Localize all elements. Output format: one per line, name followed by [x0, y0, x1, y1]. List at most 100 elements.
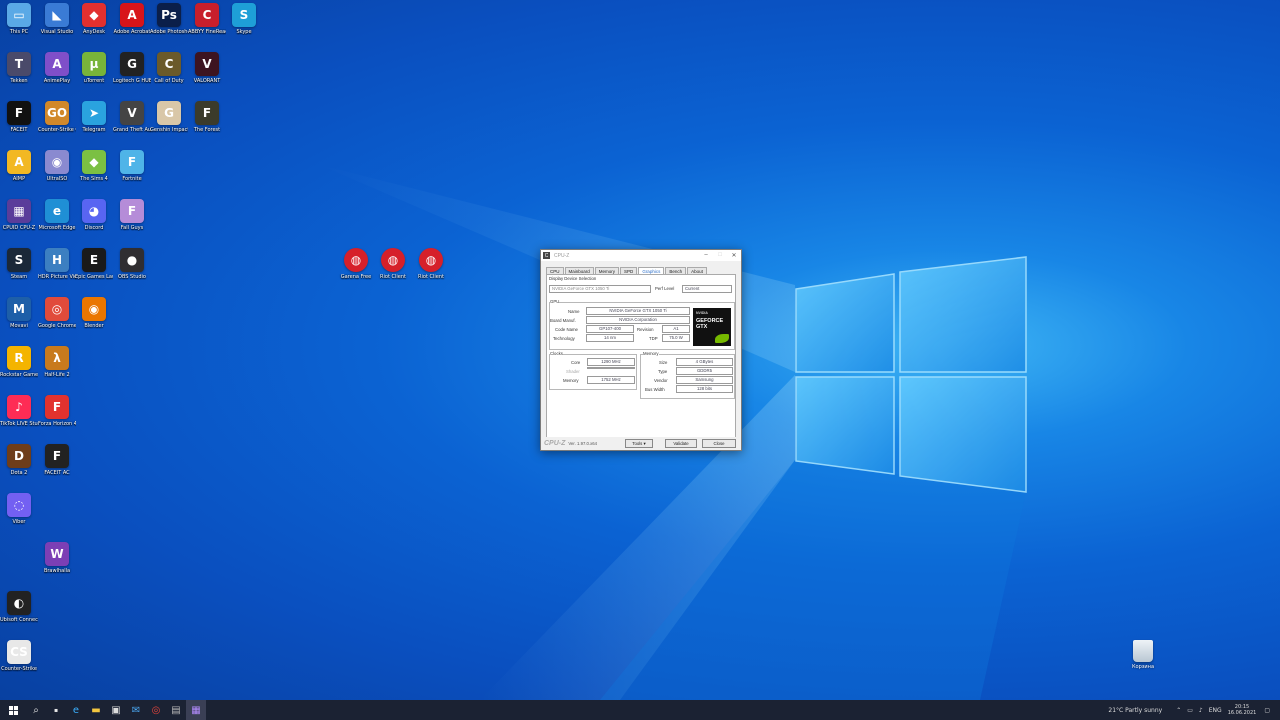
file-explorer-icon[interactable]: ▬ [86, 700, 106, 720]
cpuz-taskbar-icon[interactable]: ▦ [186, 700, 206, 720]
desktop-icon[interactable]: M Movavi [0, 297, 38, 329]
minimize-icon[interactable]: – [699, 252, 713, 259]
desktop-icon[interactable]: ▦ CPUID CPU-Z [0, 199, 38, 231]
desktop-icon[interactable]: A AnimePlay [38, 52, 76, 84]
cpuz-brand: CPU-Z [544, 439, 566, 447]
desktop-icon[interactable]: A Adobe Acrobat [113, 3, 151, 35]
desktop-icon-label: Riot Client [418, 274, 444, 280]
store-icon[interactable]: ▣ [106, 700, 126, 720]
core-clock-value: 1290 MHz [587, 358, 635, 366]
network-icon[interactable]: ▭ [1187, 707, 1193, 714]
memory-size-value: 4 GBytes [676, 358, 733, 366]
desktop-icon-glyph-icon: G [120, 52, 144, 76]
desktop-icon-glyph-icon: S [7, 248, 31, 272]
edge-taskbar-icon[interactable]: e [66, 700, 86, 720]
desktop-icon-label: Skype [236, 29, 252, 35]
desktop-icon-label: Fortnite [122, 176, 142, 182]
desktop-icon[interactable]: ◍ Riot Client [412, 248, 450, 280]
desktop-icon[interactable]: T Tekken [0, 52, 38, 84]
desktop-icon[interactable]: ◆ AnyDesk [75, 3, 113, 35]
desktop-icon[interactable]: F Fall Guys [113, 199, 151, 231]
desktop-icon-label: HDR Picture Viewer [38, 274, 76, 280]
desktop-icon[interactable]: CS Counter-Strike [0, 640, 38, 672]
weather-widget[interactable]: 21°C Partly sunny [1108, 707, 1162, 714]
tools-button[interactable]: Tools ▾ [625, 439, 653, 448]
desktop-icon[interactable]: S Skype [225, 3, 263, 35]
cpuz-window[interactable]: C CPU-Z – □ ✕ CPU Mainboard Memory SPD G… [540, 249, 742, 451]
desktop-icon[interactable]: ◍ Riot Client [374, 248, 412, 280]
desktop-icon[interactable]: D Dota 2 [0, 444, 38, 476]
desktop-icon[interactable]: ◕ Discord [75, 199, 113, 231]
desktop-icon-label: This PC [9, 29, 29, 35]
language-indicator[interactable]: ENG [1209, 707, 1222, 714]
device-select[interactable]: NVIDIA GeForce GTX 1050 Ti [549, 285, 651, 293]
desktop-icon[interactable]: W Brawlhalla [38, 542, 76, 574]
close-icon[interactable]: ✕ [727, 252, 741, 259]
desktop-icon[interactable]: S Steam [0, 248, 38, 280]
desktop-icon[interactable]: ● OBS Studio [113, 248, 151, 280]
desktop-icon-label: UltraISO [46, 176, 68, 182]
desktop-icon[interactable]: C Call of Duty [150, 52, 188, 84]
close-button[interactable]: Close [702, 439, 736, 448]
desktop-icon-label: Half-Life 2 [44, 372, 70, 378]
desktop-icon[interactable]: ◎ Google Chrome [38, 297, 76, 329]
desktop-icon[interactable]: ◍ Garena Free [337, 248, 375, 280]
desktop-icon[interactable]: E Epic Games Launcher [75, 248, 113, 280]
desktop-icon[interactable]: F FACEIT AC [38, 444, 76, 476]
validate-button[interactable]: Validate [665, 439, 697, 448]
desktop-icon-glyph-icon: A [120, 3, 144, 27]
desktop-icon-glyph-icon: F [7, 101, 31, 125]
desktop-icon[interactable]: ➤ Telegram [75, 101, 113, 133]
desktop-icon[interactable]: C ABBYY FineReader [188, 3, 226, 35]
desktop-icon[interactable]: ◆ The Sims 4 [75, 150, 113, 182]
desktop-icon[interactable]: V VALORANT [188, 52, 226, 84]
desktop-icon[interactable]: GO Counter-Strike Global Offensive [38, 101, 76, 133]
perf-level-select[interactable]: Current [682, 285, 732, 293]
desktop-icon[interactable]: V Grand Theft Auto V [113, 101, 151, 133]
printer-icon[interactable]: ▤ [166, 700, 186, 720]
desktop-icon[interactable]: H HDR Picture Viewer [38, 248, 76, 280]
desktop-icon[interactable]: F Fortnite [113, 150, 151, 182]
start-button[interactable] [0, 700, 26, 720]
desktop-icon[interactable]: ◣ Visual Studio [38, 3, 76, 35]
desktop-icon[interactable]: µ uTorrent [75, 52, 113, 84]
cpuz-version: Ver. 1.97.0.x64 [568, 440, 598, 446]
desktop-icon[interactable]: F Forza Horizon 4 [38, 395, 76, 427]
desktop-icon[interactable]: ◉ UltraISO [38, 150, 76, 182]
desktop-icon-glyph-icon: A [45, 52, 69, 76]
desktop-icon[interactable]: ◐ Ubisoft Connect [0, 591, 38, 623]
desktop-icon[interactable]: Ps Adobe Photoshop [150, 3, 188, 35]
recycle-bin[interactable]: Корзина [1130, 640, 1156, 670]
cortana-icon[interactable]: ▪ [46, 700, 66, 720]
desktop-icon[interactable]: ◌ Viber [0, 493, 38, 525]
desktop-icon[interactable]: e Microsoft Edge [38, 199, 76, 231]
mail-icon[interactable]: ✉ [126, 700, 146, 720]
notification-icon[interactable]: ▢ [1264, 707, 1270, 714]
desktop-icon-glyph-icon: λ [45, 346, 69, 370]
search-icon[interactable]: ⌕ [26, 700, 46, 720]
tray-chevron-icon[interactable]: ⌃ [1176, 707, 1181, 714]
desktop-icon-label: Steam [10, 274, 28, 280]
desktop-icon-glyph-icon: ◌ [7, 493, 31, 517]
desktop-icon-glyph-icon: ◆ [82, 3, 106, 27]
desktop-icon[interactable]: λ Half-Life 2 [38, 346, 76, 378]
volume-icon[interactable]: ♪ [1199, 707, 1203, 714]
clock[interactable]: 20:15 16.06.2021 [1228, 704, 1257, 716]
desktop-icon[interactable]: ♪ TikTok LIVE Studio [0, 395, 38, 427]
vendor-label: Vendor [654, 378, 668, 383]
desktop-icon[interactable]: F FACEIT [0, 101, 38, 133]
desktop-icon-glyph-icon: C [157, 52, 181, 76]
desktop-icon[interactable]: G Genshin Impact [150, 101, 188, 133]
cpuz-titlebar[interactable]: C CPU-Z – □ ✕ [541, 250, 741, 261]
desktop-icon-label: Ubisoft Connect [0, 617, 38, 623]
desktop-icon[interactable]: F The Forest [188, 101, 226, 133]
name-label: Name [568, 309, 580, 314]
desktop-icon[interactable]: ▭ This PC [0, 3, 38, 35]
desktop-icon[interactable]: ◉ Blender [75, 297, 113, 329]
chrome-taskbar-icon[interactable]: ◎ [146, 700, 166, 720]
desktop-icon[interactable]: R Rockstar Games Launcher [0, 346, 38, 378]
desktop-icon[interactable]: A AIMP [0, 150, 38, 182]
desktop-icon-label: Grand Theft Auto V [113, 127, 151, 133]
maximize-icon[interactable]: □ [713, 252, 727, 259]
desktop-icon[interactable]: G Logitech G HUB [113, 52, 151, 84]
